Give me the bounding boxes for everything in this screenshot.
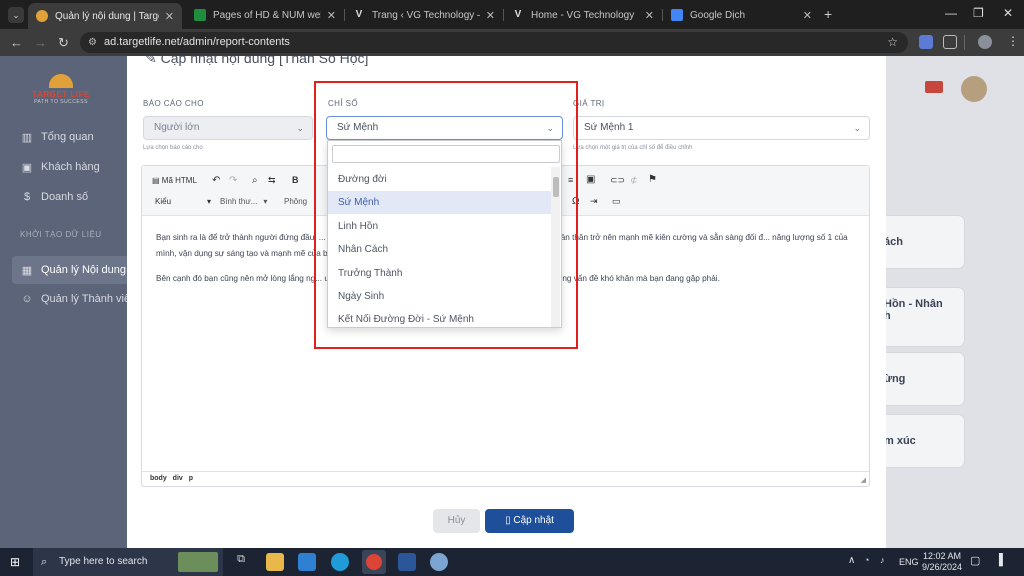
value-select[interactable]: Sứ Mệnh 1 ⌄ bbox=[573, 116, 870, 140]
close-tab-icon[interactable]: ✕ bbox=[486, 9, 495, 22]
chrome-icon bbox=[366, 554, 382, 570]
sidebar-item-quan-ly-noi-dung[interactable]: ▦ Quản lý Nội dung bbox=[20, 260, 126, 280]
windows-taskbar: ⊞ ⌕ Type here to search ⧉ ∧ ◔ ♪ ENG 12:0… bbox=[0, 548, 1024, 576]
format-select[interactable]: Bình thư... ▾ bbox=[220, 197, 267, 206]
new-tab-button[interactable]: + bbox=[824, 6, 832, 22]
vscode-icon[interactable] bbox=[298, 553, 316, 571]
windows-start-icon[interactable]: ⊞ bbox=[10, 555, 20, 569]
profile-avatar-icon[interactable] bbox=[978, 35, 992, 49]
tab-home-vg[interactable]: V Home - VG Technology ✕ bbox=[504, 4, 662, 26]
sidebar-item-doanh-so[interactable]: $ Doanh số bbox=[20, 187, 88, 207]
find-icon[interactable]: ⌕ bbox=[252, 175, 258, 186]
url-field[interactable]: ⚙ ad.targetlife.net/admin/report-content… bbox=[80, 32, 908, 53]
search-icon: ⌕ bbox=[41, 556, 48, 568]
report-for-label: BÁO CÁO CHO bbox=[143, 99, 204, 108]
google-translate-favicon-icon bbox=[671, 9, 683, 21]
resize-handle-icon[interactable]: ◢ bbox=[861, 476, 866, 484]
replace-icon[interactable]: ⇆ bbox=[268, 175, 276, 186]
highlight-annotation-box bbox=[314, 81, 578, 349]
browser-menu-icon[interactable]: ⋮ bbox=[1007, 34, 1019, 48]
close-tab-icon[interactable]: ✕ bbox=[165, 10, 174, 23]
target-life-favicon-icon bbox=[36, 10, 48, 22]
users-icon: ☺ bbox=[21, 293, 33, 305]
user-avatar[interactable] bbox=[961, 76, 987, 102]
source-html-button[interactable]: ▤ Mã HTML bbox=[152, 176, 197, 185]
app-icon[interactable] bbox=[430, 553, 448, 571]
bookmark-star-icon[interactable]: ☆ bbox=[887, 32, 898, 53]
back-icon[interactable]: ← bbox=[10, 35, 23, 50]
undo-icon[interactable]: ↶ bbox=[212, 175, 220, 186]
report-for-select[interactable]: Người lớn ⌄ bbox=[143, 116, 313, 140]
address-bar-row: ← → ↻ ⚙ ad.targetlife.net/admin/report-c… bbox=[0, 29, 1024, 56]
chevron-down-icon: ⌄ bbox=[296, 123, 304, 133]
chevron-down-icon: ⌄ bbox=[853, 123, 861, 133]
sidebar-section-title: KHỞI TẠO DỮ LIỆU bbox=[20, 230, 102, 239]
redo-icon[interactable]: ↷ bbox=[229, 175, 237, 186]
page-break-icon[interactable]: ⇥ bbox=[590, 196, 598, 207]
close-tab-icon[interactable]: ✕ bbox=[645, 9, 654, 22]
dollar-icon: $ bbox=[23, 191, 31, 203]
taskbar-search-input[interactable]: ⌕ Type here to search bbox=[33, 548, 223, 576]
style-select[interactable]: Kiểu ▾ bbox=[155, 197, 211, 206]
sidebar-item-khach-hang[interactable]: ▣ Khách hàng bbox=[20, 157, 100, 177]
clock[interactable]: 12:02 AM 9/26/2024 bbox=[922, 551, 962, 573]
chart-icon: ▥ bbox=[21, 131, 33, 144]
tab-google-dich[interactable]: Google Dịch ✕ bbox=[663, 4, 820, 26]
iframe-icon[interactable]: ▭ bbox=[612, 196, 621, 207]
forward-icon[interactable]: → bbox=[34, 35, 47, 50]
sidebar: TARGET LIFE PATH TO SUCCESS ▥ Tổng quan … bbox=[0, 56, 136, 548]
show-desktop-icon[interactable]: ▐ bbox=[995, 554, 1003, 566]
minimize-icon[interactable]: — bbox=[945, 6, 957, 20]
tab-pages-hd-num[interactable]: Pages of HD & NUM web - Goo ✕ bbox=[186, 4, 344, 26]
bold-icon[interactable]: B bbox=[292, 175, 299, 185]
sidebar-item-tong-quan[interactable]: ▥ Tổng quan bbox=[20, 127, 94, 147]
tab-search-icon[interactable]: ⌄ bbox=[8, 7, 24, 23]
close-tab-icon[interactable]: ✕ bbox=[803, 9, 812, 22]
grid-icon: ▦ bbox=[21, 264, 33, 277]
sheets-favicon-icon bbox=[194, 9, 206, 21]
vg-favicon-icon: V bbox=[512, 9, 524, 21]
browser-tab-bar: ⌄ Quản lý nội dung | Target Life ✕ Pages… bbox=[0, 0, 1024, 29]
report-for-hint: Lựa chọn báo cáo cho bbox=[143, 145, 203, 151]
tab-trang-vg[interactable]: V Trang ‹ VG Technology — Word ✕ bbox=[345, 4, 503, 26]
language-flag-icon[interactable] bbox=[925, 81, 943, 93]
save-button[interactable]: ▯ Cập nhật bbox=[485, 509, 574, 533]
word-icon[interactable] bbox=[398, 553, 416, 571]
edit-icon: ✎ bbox=[145, 56, 161, 66]
wordpress-favicon-icon: V bbox=[353, 9, 365, 21]
sidebar-item-quan-ly-thanh-vien[interactable]: ☺ Quản lý Thành viên bbox=[20, 289, 136, 309]
search-highlight-image bbox=[178, 552, 218, 572]
notification-icon[interactable]: ▢ bbox=[970, 554, 980, 567]
language-indicator[interactable]: ENG bbox=[899, 557, 919, 567]
app-viewport: TARGET LIFE PATH TO SUCCESS ▥ Tổng quan … bbox=[0, 56, 1024, 548]
close-window-icon[interactable]: ✕ bbox=[1003, 6, 1013, 20]
close-tab-icon[interactable]: ✕ bbox=[327, 9, 336, 22]
file-explorer-icon[interactable] bbox=[266, 553, 284, 571]
volume-icon[interactable]: ♪ bbox=[880, 555, 885, 565]
block-icon[interactable]: ▣ bbox=[586, 174, 595, 185]
toolbar-divider bbox=[964, 35, 965, 50]
extension-icon[interactable] bbox=[919, 35, 933, 49]
tab-quan-ly-noi-dung[interactable]: Quản lý nội dung | Target Life ✕ bbox=[28, 3, 182, 29]
anchor-flag-icon[interactable]: ⚑ bbox=[648, 174, 657, 185]
target-life-logo[interactable]: TARGET LIFE PATH TO SUCCESS bbox=[22, 74, 100, 114]
link-icon[interactable]: ⊂⊃ bbox=[610, 175, 625, 186]
edge-icon[interactable] bbox=[331, 553, 349, 571]
task-view-icon[interactable]: ⧉ bbox=[232, 553, 250, 571]
reload-icon[interactable]: ↻ bbox=[58, 35, 69, 51]
extensions-puzzle-icon[interactable] bbox=[943, 35, 957, 49]
restore-icon[interactable]: ❐ bbox=[973, 6, 984, 20]
unlink-icon[interactable]: ⊄ bbox=[630, 175, 638, 186]
network-icon[interactable]: ◔ bbox=[864, 555, 869, 565]
editor-path-bar: body div p bbox=[142, 471, 869, 486]
font-select[interactable]: Phông bbox=[284, 197, 307, 206]
user-card-icon: ▣ bbox=[21, 161, 33, 174]
sun-logo-icon bbox=[49, 74, 73, 88]
cancel-button[interactable]: Hủy bbox=[433, 509, 480, 533]
tray-chevron-icon[interactable]: ∧ bbox=[848, 555, 855, 566]
modal-title: ✎ Cập nhật nội dung [Thẩn Số Học] bbox=[145, 56, 368, 67]
site-info-icon[interactable]: ⚙ bbox=[88, 32, 97, 53]
value-hint: Lựa chọn một giá trị của chỉ số để điều … bbox=[573, 145, 693, 151]
